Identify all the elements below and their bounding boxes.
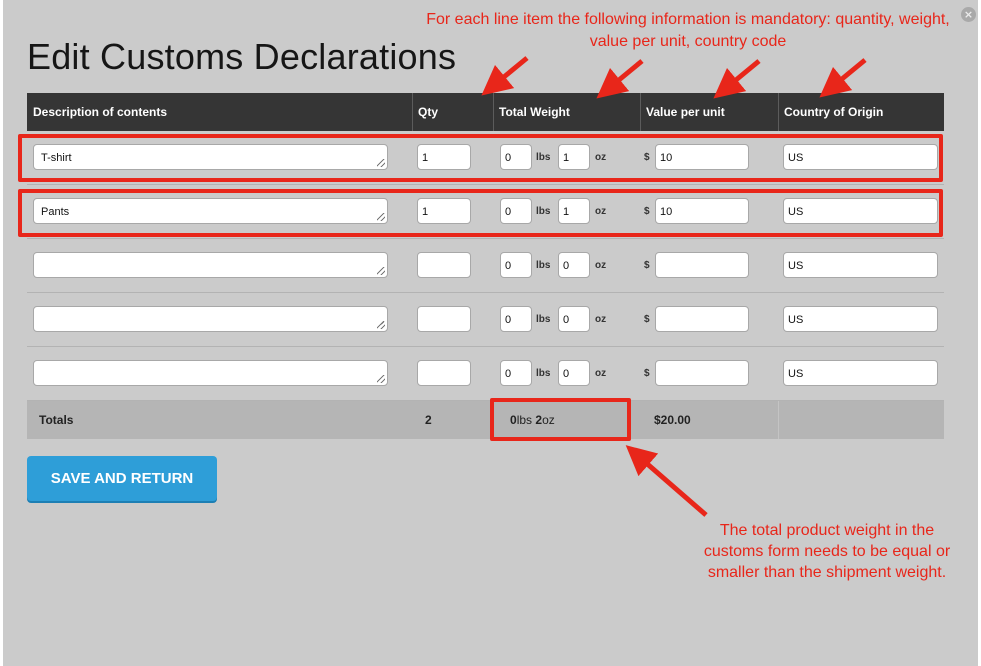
arrow-qty — [481, 56, 529, 96]
table-row: 0 lbs 0 oz $ US — [27, 293, 944, 347]
currency-symbol: $ — [644, 314, 650, 325]
currency-symbol: $ — [644, 368, 650, 379]
table-row: 0 lbs 0 oz $ US — [27, 239, 944, 293]
totals-label: Totals — [39, 413, 74, 427]
page-title: Edit Customs Declarations — [27, 36, 457, 77]
customs-modal: × Edit Customs Declarations For each lin… — [3, 0, 978, 666]
totals-value: $20.00 — [654, 413, 691, 427]
highlight-row-2 — [18, 189, 943, 237]
value-input[interactable] — [655, 252, 749, 278]
annotation-weight-note: The total product weight in the customs … — [703, 522, 951, 581]
lbs-label: lbs — [536, 314, 551, 325]
resize-handle-icon[interactable] — [377, 321, 385, 329]
country-input[interactable]: US — [783, 360, 938, 386]
lbs-label: lbs — [536, 368, 551, 379]
column-total-weight: Total Weight — [499, 105, 570, 119]
value-input[interactable] — [655, 306, 749, 332]
arrow-value — [713, 59, 761, 99]
oz-label: oz — [595, 260, 607, 271]
country-input[interactable]: US — [783, 306, 938, 332]
column-value-per-unit: Value per unit — [646, 105, 725, 119]
oz-input[interactable]: 0 — [558, 252, 590, 278]
arrow-country — [819, 58, 867, 98]
column-qty: Qty — [418, 105, 439, 119]
currency-symbol: $ — [644, 260, 650, 271]
country-input[interactable]: US — [783, 252, 938, 278]
resize-handle-icon[interactable] — [377, 375, 385, 383]
highlight-total-weight — [490, 398, 631, 441]
oz-label: oz — [595, 314, 607, 325]
qty-input[interactable] — [417, 252, 471, 278]
description-input[interactable] — [33, 252, 388, 278]
annotation-mandatory-fields: For each line item the following informa… — [426, 11, 950, 50]
lbs-input[interactable]: 0 — [500, 360, 532, 386]
table-header: Description of contents Qty Total Weight… — [27, 93, 944, 131]
lbs-label: lbs — [536, 260, 551, 271]
save-and-return-button[interactable]: SAVE AND RETURN — [27, 456, 217, 501]
column-description: Description of contents — [33, 105, 168, 119]
description-input[interactable] — [33, 306, 388, 332]
totals-row: Totals 2 0lbs 2oz $20.00 — [27, 401, 944, 439]
column-country: Country of Origin — [784, 105, 884, 119]
oz-input[interactable]: 0 — [558, 306, 590, 332]
lbs-input[interactable]: 0 — [500, 306, 532, 332]
qty-input[interactable] — [417, 306, 471, 332]
highlight-row-1 — [18, 134, 943, 182]
arrow-total-weight — [625, 445, 708, 517]
description-input[interactable] — [33, 360, 388, 386]
value-input[interactable] — [655, 360, 749, 386]
lbs-input[interactable]: 0 — [500, 252, 532, 278]
table-row: 0 lbs 0 oz $ US — [27, 347, 944, 401]
qty-input[interactable] — [417, 360, 471, 386]
oz-input[interactable]: 0 — [558, 360, 590, 386]
resize-handle-icon[interactable] — [377, 267, 385, 275]
oz-label: oz — [595, 368, 607, 379]
arrow-weight — [596, 59, 644, 99]
totals-qty: 2 — [425, 413, 432, 427]
